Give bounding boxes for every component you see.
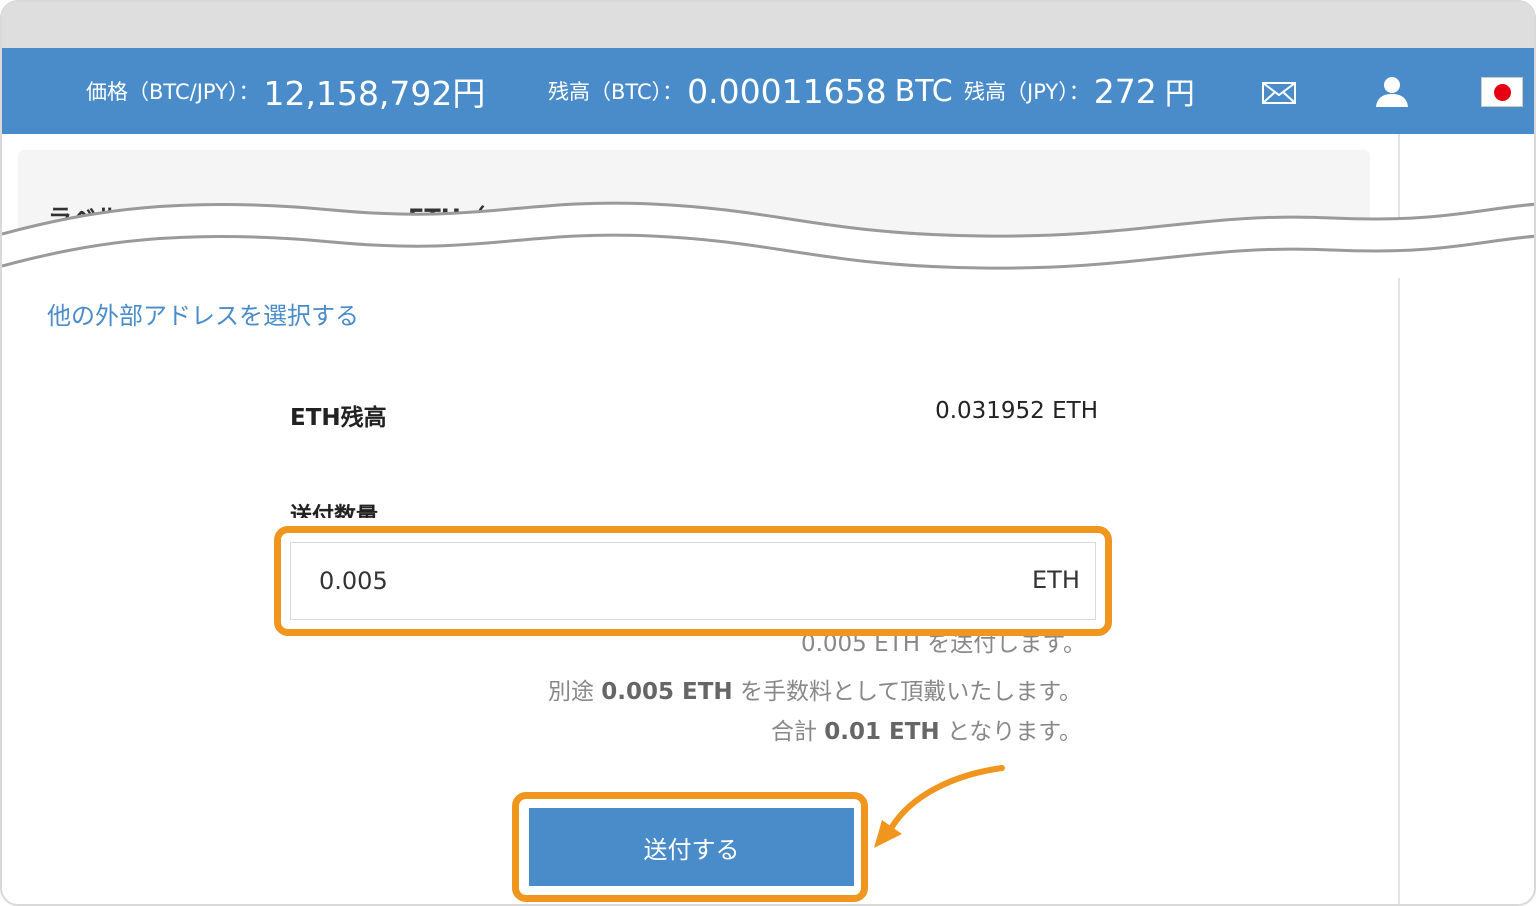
mail-icon[interactable] [1262,82,1296,104]
jpy-balance-value: 272 [1093,71,1157,111]
price-value: 12,158,792円 [263,74,486,113]
note-total-amount: 0.01 ETH [824,719,940,745]
btc-unit: BTC [894,73,953,109]
btc-balance-label: 残高（BTC）： [548,80,684,104]
user-icon[interactable] [1374,76,1410,108]
price-label: 価格（BTC/JPY）： [86,80,260,104]
note-fee-amount: 0.005 ETH [601,679,733,705]
price-indicator: 価格（BTC/JPY）： 12,158,792円 [86,48,485,134]
amount-highlight-frame [274,526,1112,636]
eth-balance-label: ETH残高 [290,405,387,431]
btc-balance-value: 0.00011658 [687,71,887,111]
japan-flag-icon[interactable] [1481,77,1523,107]
btc-balance-indicator: 残高（BTC）： 0.00011658 BTC [548,48,953,134]
header-bar: 価格（BTC/JPY）： 12,158,792円 残高（BTC）： 0.0001… [2,48,1534,134]
browser-top-bar [2,2,1534,48]
jpy-balance-label: 残高（JPY）： [964,80,1090,104]
note-total-suffix: となります。 [939,719,1082,745]
pointer-arrow-icon [874,765,1005,848]
note-fee-prefix: 別途 [547,679,602,705]
cut-wave-divider [2,201,1534,278]
eth-balance-value: 0.031952 ETH [935,398,1098,424]
select-other-address-link[interactable]: 他の外部アドレスを選択する [47,296,359,331]
send-button-highlight-frame [512,792,868,902]
note-total-prefix: 合計 [770,719,825,745]
app-frame: 価格（BTC/JPY）： 12,158,792円 残高（BTC）： 0.0001… [0,0,1536,906]
note-fee: 別途 0.005 ETH を手数料として頂戴いたします。 [548,672,1082,706]
amount-label: 送付数量 [290,504,379,518]
note-send-amount: 0.005 ETH を送付します。 [702,636,1086,656]
jpy-unit: 円 [1164,77,1195,112]
note-total: 合計 0.01 ETH となります。 [771,712,1082,746]
note-send-text: 0.005 ETH を送付します。 [800,636,1086,656]
note-fee-suffix: を手数料として頂戴いたします。 [732,679,1082,705]
jpy-balance-indicator: 残高（JPY）： 272 円 [964,48,1195,134]
